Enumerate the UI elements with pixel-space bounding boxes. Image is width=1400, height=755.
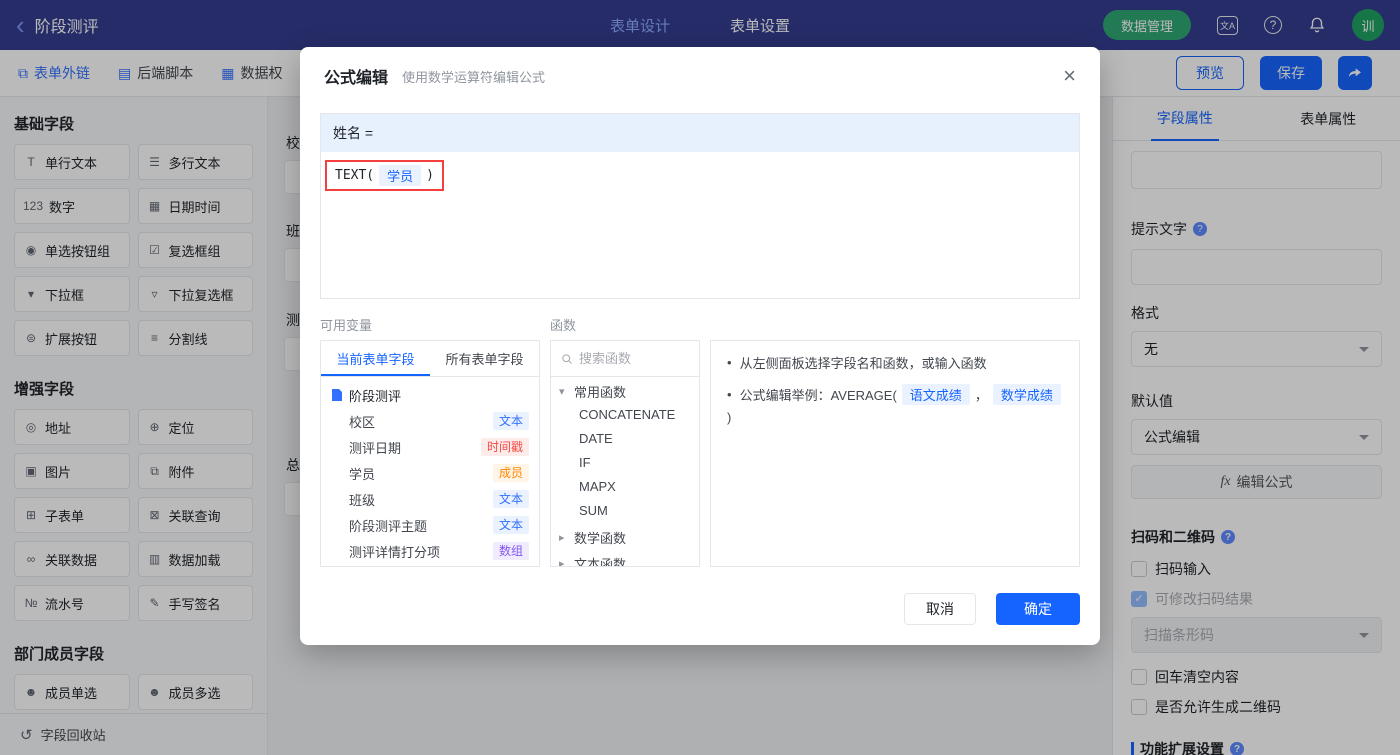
formula-suffix: ) xyxy=(426,168,434,183)
variable-name: 校区 xyxy=(349,414,376,430)
variable-item[interactable]: 阶段测评主题 文本 xyxy=(321,512,539,538)
example-field-token: 语文成绩 xyxy=(901,384,970,405)
help-line-1: • 从左侧面板选择字段名和函数，或输入函数 xyxy=(727,353,1063,372)
variable-name: 班级 xyxy=(349,492,376,508)
function-item-concatenate[interactable]: CONCATENATE xyxy=(551,403,699,427)
function-group-text[interactable]: ▸ 文本函数 xyxy=(551,551,699,567)
formula-input-area[interactable]: TEXT( 学员 ) xyxy=(321,152,1079,298)
function-search xyxy=(551,341,699,377)
variable-name: 学员 xyxy=(349,466,376,482)
variables-label: 可用变量 xyxy=(320,318,373,333)
function-group-common[interactable]: ▾ 常用函数 xyxy=(551,379,699,403)
variables-tabs: 当前表单字段 所有表单字段 xyxy=(321,341,539,377)
confirm-button[interactable]: 确定 xyxy=(996,593,1080,625)
variable-item[interactable]: 班级 文本 xyxy=(321,486,539,512)
chevron-down-icon: ▾ xyxy=(559,385,565,398)
functions-panel: ▾ 常用函数 CONCATENATE DATE IF MAPX SUM ▸ 数学… xyxy=(550,340,700,567)
function-item-sum[interactable]: SUM xyxy=(551,499,699,523)
example-field-token: 数学成绩 xyxy=(992,384,1061,405)
variable-type-tag: 成员 xyxy=(492,464,529,482)
variable-name: 测评日期 xyxy=(349,440,402,456)
function-search-input[interactable] xyxy=(579,351,689,366)
help-panel: • 从左侧面板选择字段名和函数，或输入函数 • 公式编辑举例：AVERAGE( … xyxy=(710,340,1080,567)
bullet-icon: • xyxy=(727,355,732,370)
tab-current-form-fields[interactable]: 当前表单字段 xyxy=(321,341,430,376)
function-group-math[interactable]: ▸ 数学函数 xyxy=(551,525,699,549)
chevron-right-icon: ▸ xyxy=(559,531,565,544)
help-text: ) xyxy=(727,410,732,425)
variable-item[interactable]: 学员 成员 xyxy=(321,460,539,486)
help-text: 从左侧面板选择字段名和函数，或输入函数 xyxy=(739,356,987,371)
functions-label: 函数 xyxy=(550,318,577,333)
help-line-2: • 公式编辑举例：AVERAGE( 语文成绩 ， 数学成绩 ) xyxy=(727,384,1063,425)
variable-type-tag: 文本 xyxy=(492,490,529,508)
modal-header: 公式编辑 使用数学运算符编辑公式 × xyxy=(300,47,1100,105)
formula-editor: 姓名 = TEXT( 学员 ) xyxy=(320,113,1080,299)
group-label: 文本函数 xyxy=(574,556,627,567)
variable-type-tag: 文本 xyxy=(492,516,529,534)
modal-title: 公式编辑 xyxy=(324,70,389,87)
group-label: 数学函数 xyxy=(574,530,627,546)
variable-type-tag: 数组 xyxy=(492,542,529,560)
variable-item[interactable]: 测评日期 时间戳 xyxy=(321,434,539,460)
cancel-button[interactable]: 取消 xyxy=(904,593,976,625)
bullet-icon: • xyxy=(727,387,732,402)
chevron-right-icon: ▸ xyxy=(559,557,565,567)
function-item-if[interactable]: IF xyxy=(551,451,699,475)
variable-item[interactable]: 校区 文本 xyxy=(321,408,539,434)
close-icon[interactable]: × xyxy=(1063,65,1076,87)
variables-panel: 当前表单字段 所有表单字段 阶段测评 校区 文本 测评日期 时间戳 学员 成员 … xyxy=(320,340,540,567)
help-text: 公式编辑举例：AVERAGE( xyxy=(739,388,897,403)
function-item-date[interactable]: DATE xyxy=(551,427,699,451)
document-icon xyxy=(332,389,342,401)
variable-name: 测评详情打分项 xyxy=(349,544,441,560)
formula-edit-modal: 公式编辑 使用数学运算符编辑公式 × 姓名 = TEXT( 学员 ) 可用变量 … xyxy=(300,47,1100,645)
modal-footer: 取消 确定 xyxy=(904,593,1080,625)
variable-type-tag: 时间戳 xyxy=(480,438,529,456)
formula-prefix: TEXT( xyxy=(335,168,375,183)
variable-item[interactable]: 测评详情打分项 数组 xyxy=(321,538,539,564)
tab-all-form-fields[interactable]: 所有表单字段 xyxy=(430,341,539,376)
formula-target: 姓名 = xyxy=(321,114,1079,152)
variables-root-item[interactable]: 阶段测评 xyxy=(321,382,539,408)
modal-panels: 当前表单字段 所有表单字段 阶段测评 校区 文本 测评日期 时间戳 学员 成员 … xyxy=(320,340,1080,567)
panel-labels: 可用变量 函数 xyxy=(320,315,1080,334)
modal-subtitle: 使用数学运算符编辑公式 xyxy=(402,69,546,85)
group-label: 常用函数 xyxy=(574,384,627,400)
variable-name: 阶段测评主题 xyxy=(349,518,428,534)
search-icon xyxy=(562,353,572,364)
variable-type-tag: 文本 xyxy=(492,412,529,430)
root-label: 阶段测评 xyxy=(349,388,402,404)
separator: ， xyxy=(974,388,988,403)
function-item-mapx[interactable]: MAPX xyxy=(551,475,699,499)
formula-highlight-box: TEXT( 学员 ) xyxy=(325,160,444,191)
formula-field-token[interactable]: 学员 xyxy=(379,165,422,186)
